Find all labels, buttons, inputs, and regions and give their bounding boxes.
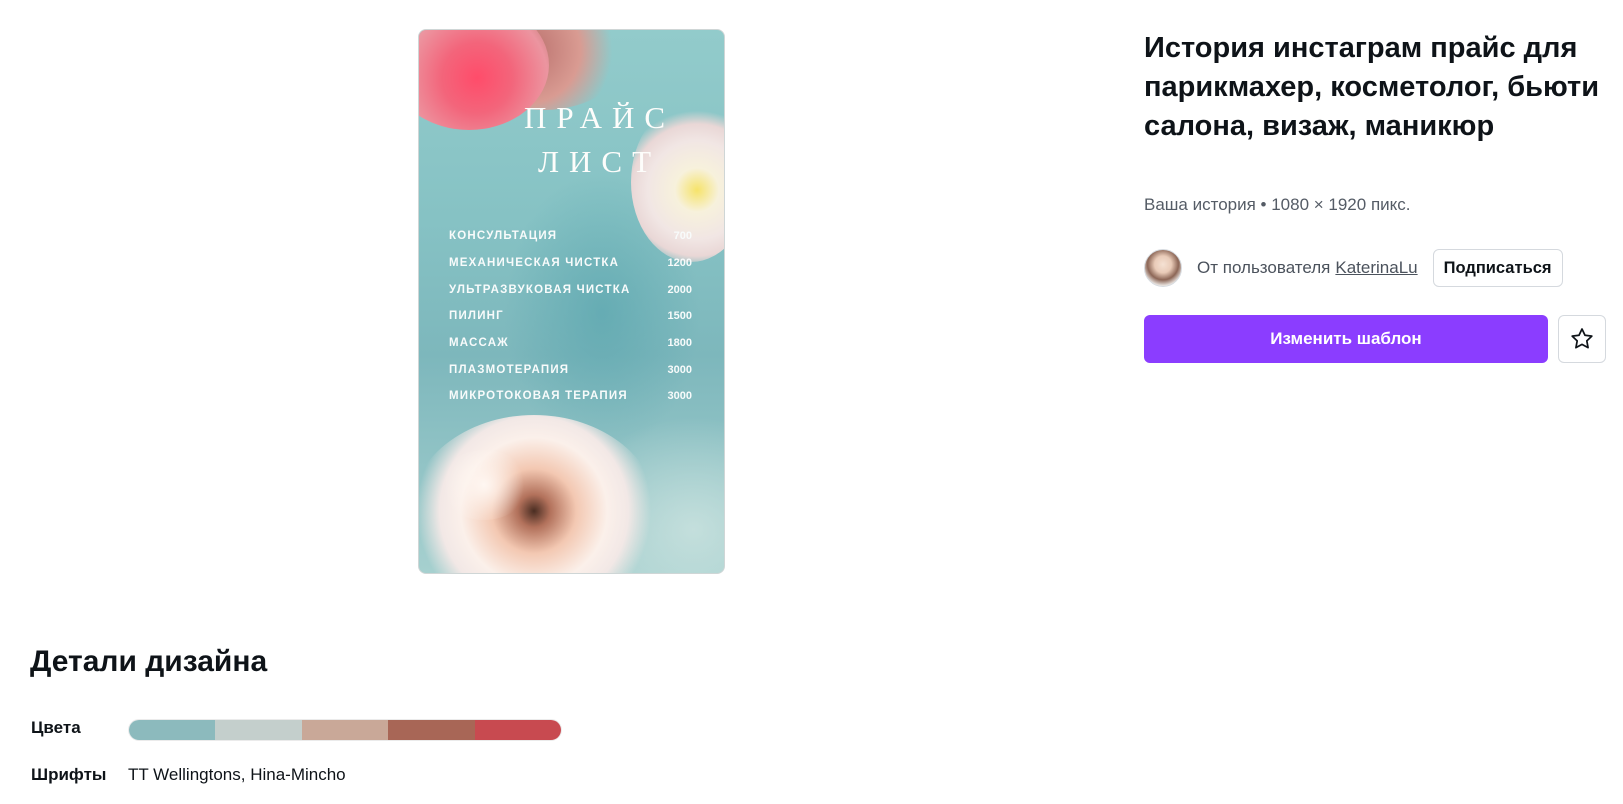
price-row: ПЛАЗМОТЕРАПИЯ 3000 <box>449 356 694 383</box>
price-item-name: ПИЛИНГ <box>449 310 504 323</box>
price-item-value: 700 <box>673 230 692 243</box>
template-preview[interactable]: ПРАЙС ЛИСТ КОНСУЛЬТАЦИЯ 700 МЕХАНИЧЕСКАЯ Ч… <box>418 29 725 574</box>
color-swatch[interactable] <box>388 720 475 740</box>
price-item-value: 1200 <box>667 257 692 270</box>
author-text: От пользователя KaterinaLu <box>1197 258 1418 278</box>
author-prefix: От пользователя <box>1197 258 1331 277</box>
star-icon <box>1571 328 1593 349</box>
colors-label: Цвета <box>31 718 81 737</box>
price-row: МИКРОТОКОВАЯ ТЕРАПИЯ 3000 <box>449 383 694 410</box>
color-swatch[interactable] <box>301 720 389 740</box>
price-row: ПИЛИНГ 1500 <box>449 303 694 330</box>
price-item-name: МИКРОТОКОВАЯ ТЕРАПИЯ <box>449 390 628 403</box>
flower-decoration <box>439 450 529 520</box>
subscribe-button[interactable]: Подписаться <box>1432 249 1563 287</box>
price-item-value: 1800 <box>667 337 692 350</box>
template-title: История инстаграм прайс для парикмахер, … <box>1144 32 1600 142</box>
price-row: МЕХАНИЧЕСКАЯ ЧИСТКА 1200 <box>449 250 694 277</box>
preview-title: ПРАЙС ЛИСТ <box>523 100 676 179</box>
price-item-name: МЕХАНИЧЕСКАЯ ЧИСТКА <box>449 257 620 270</box>
color-swatch[interactable] <box>474 720 561 740</box>
price-row: УЛЬТРАЗВУКОВАЯ ЧИСТКА 2000 <box>449 276 694 303</box>
fonts-label: Шрифты <box>31 765 107 784</box>
avatar[interactable] <box>1144 249 1182 287</box>
edit-template-button[interactable]: Изменить шаблон <box>1144 315 1548 363</box>
details-heading: Детали дизайна <box>30 645 268 678</box>
price-item-name: КОНСУЛЬТАЦИЯ <box>449 230 558 243</box>
color-swatch[interactable] <box>129 720 216 740</box>
price-row: МАССАЖ 1800 <box>449 330 694 357</box>
author-link[interactable]: KaterinaLu <box>1335 258 1417 277</box>
color-swatch[interactable] <box>215 720 302 740</box>
price-item-value: 1500 <box>667 310 692 323</box>
price-list: КОНСУЛЬТАЦИЯ 700 МЕХАНИЧЕСКАЯ ЧИСТКА 1200 УЛ… <box>449 223 694 410</box>
author-row: От пользователя KaterinaLu Подписаться <box>1144 248 1563 288</box>
price-item-name: ПЛАЗМОТЕРАПИЯ <box>449 363 570 376</box>
template-format: Ваша история • 1080 × 1920 пикс. <box>1144 195 1411 214</box>
fonts-value: TT Wellingtons, Hina-Mincho <box>128 765 346 784</box>
price-item-name: УЛЬТРАЗВУКОВАЯ ЧИСТКА <box>449 283 631 296</box>
price-row: КОНСУЛЬТАЦИЯ 700 <box>449 223 694 250</box>
price-item-name: МАССАЖ <box>449 337 509 350</box>
price-item-value: 3000 <box>667 390 692 403</box>
price-item-value: 2000 <box>667 283 692 296</box>
price-item-value: 3000 <box>667 363 692 376</box>
color-palette <box>128 719 562 741</box>
favorite-button[interactable] <box>1558 315 1606 363</box>
